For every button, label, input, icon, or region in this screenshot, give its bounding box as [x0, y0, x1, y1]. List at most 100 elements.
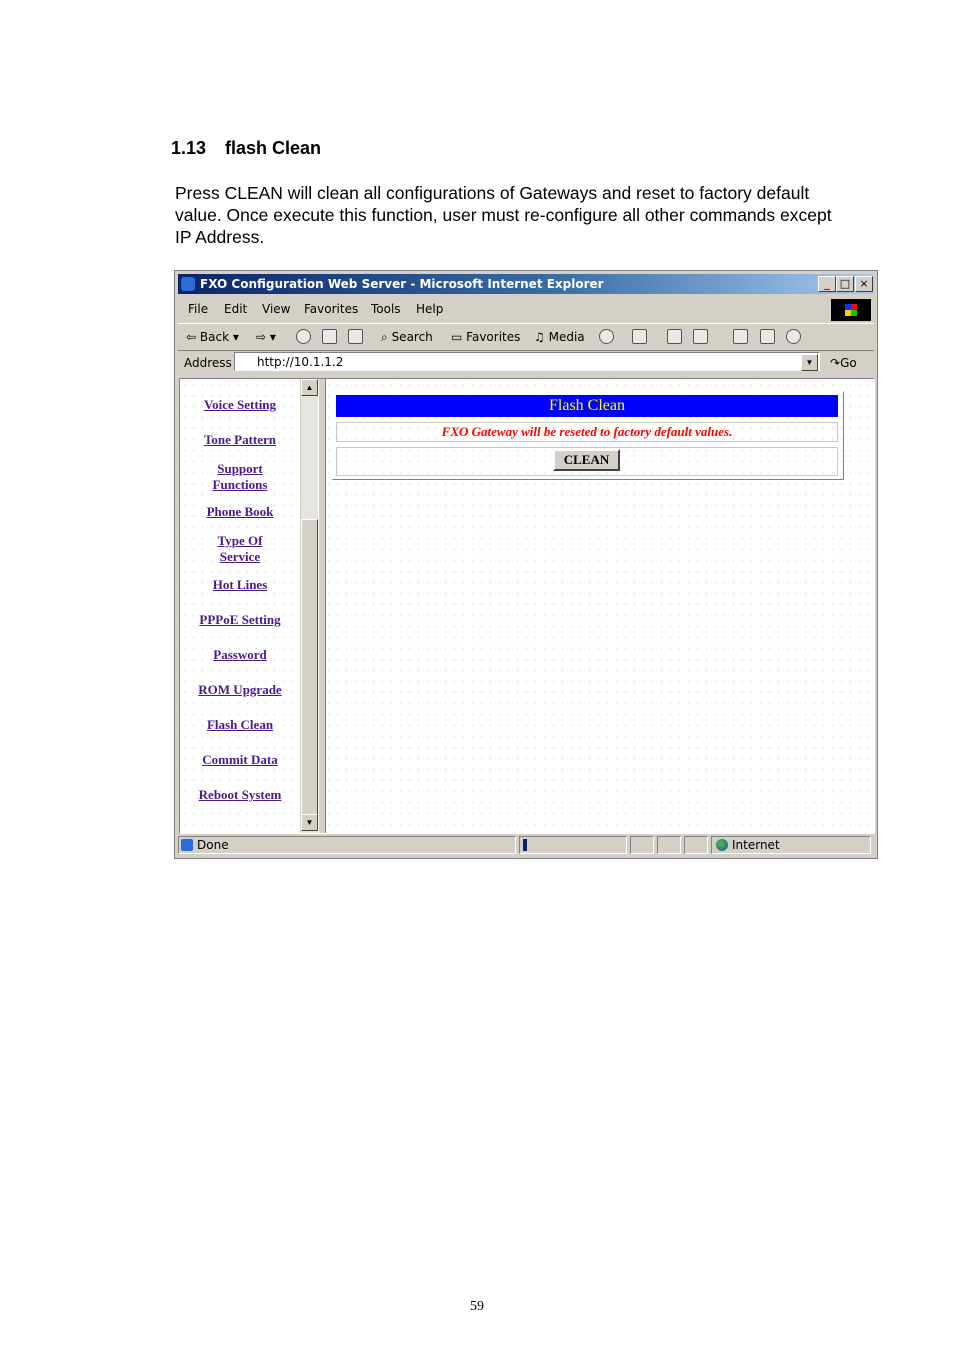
title-bar[interactable]: FXO Configuration Web Server - Microsoft…: [178, 274, 874, 294]
globe-icon: [716, 839, 728, 851]
scroll-down-icon[interactable]: ▼: [301, 814, 318, 831]
section-heading: 1.13 flash Clean: [171, 138, 321, 159]
zone-cell: Internet: [711, 836, 871, 854]
nav-link-reboot-system[interactable]: Reboot System: [180, 787, 300, 803]
progress-indicator: [523, 839, 527, 851]
nav-link-label: Service: [219, 549, 261, 564]
nav-link-label: Commit Data: [202, 752, 278, 767]
address-input[interactable]: http://10.1.1.2: [234, 352, 820, 371]
favorites-label: Favorites: [466, 330, 521, 344]
scroll-up-icon[interactable]: ▲: [301, 379, 318, 396]
page-number: 59: [470, 1299, 484, 1314]
research-icon[interactable]: [760, 329, 775, 344]
nav-link-label: Support: [217, 461, 263, 476]
nav-link-flash-clean[interactable]: Flash Clean: [180, 717, 300, 733]
maximize-button[interactable]: □: [836, 276, 854, 292]
status-text-cell: Done: [178, 836, 516, 854]
scroll-thumb[interactable]: [301, 519, 318, 817]
go-arrow-icon: ↷: [830, 356, 841, 370]
status-cell-empty-2: [657, 836, 681, 854]
nav-link-rom-upgrade[interactable]: ROM Upgrade: [180, 682, 300, 698]
page-content: Voice Setting Tone Pattern Support Function…: [179, 378, 875, 834]
menu-tools[interactable]: Tools: [371, 302, 401, 316]
nav-link-tone-pattern[interactable]: Tone Pattern: [180, 432, 300, 448]
nav-link-label: Hot Lines: [212, 577, 268, 592]
close-button[interactable]: ×: [855, 276, 873, 292]
favorites-folder-icon: ▭: [451, 330, 463, 344]
nav-link-label: Phone Book: [206, 504, 274, 519]
back-button[interactable]: ⇦ Back ▾: [186, 330, 239, 344]
description-paragraph: Press CLEAN will clean all configuration…: [175, 183, 832, 247]
menu-file[interactable]: File: [188, 302, 208, 316]
favorites-button[interactable]: ▭ Favorites: [451, 330, 520, 344]
window-title: FXO Configuration Web Server - Microsoft…: [200, 277, 604, 291]
navigation-frame: Voice Setting Tone Pattern Support Function…: [180, 379, 300, 833]
frame-splitter[interactable]: [318, 379, 326, 833]
button-row: CLEAN: [336, 447, 838, 476]
nav-link-label: Flash Clean: [206, 717, 274, 732]
warning-message: FXO Gateway will be reseted to factory d…: [336, 422, 838, 442]
menu-edit[interactable]: Edit: [224, 302, 247, 316]
section-number: 1.13: [171, 138, 207, 158]
nav-link-support-functions[interactable]: Support Functions: [180, 461, 300, 493]
messenger-icon[interactable]: [786, 329, 801, 344]
address-label: Address: [184, 356, 232, 370]
forward-button[interactable]: ⇨ ▾: [256, 330, 276, 344]
progress-cell: [519, 836, 627, 854]
menu-favorites[interactable]: Favorites: [304, 302, 358, 316]
back-arrow-icon: ⇦: [186, 330, 197, 344]
forward-arrow-icon: ⇨ ▾: [256, 330, 276, 344]
flash-clean-panel: Flash Clean FXO Gateway will be reseted …: [332, 391, 844, 480]
nav-link-label: Password: [213, 647, 267, 662]
nav-scrollbar[interactable]: ▲ ▼: [300, 379, 318, 833]
status-cell-empty-3: [684, 836, 708, 854]
search-label: Search: [391, 330, 433, 344]
clean-button[interactable]: CLEAN: [553, 449, 620, 471]
nav-link-phone-book[interactable]: Phone Book: [180, 504, 300, 520]
nav-link-label: ROM Upgrade: [198, 682, 282, 697]
nav-link-type-of-service[interactable]: Type Of Service: [180, 533, 300, 565]
address-bar: Address http://10.1.1.2 ▼ ↷Go: [178, 350, 874, 376]
panel-title: Flash Clean: [336, 395, 838, 417]
nav-link-pppoe-setting[interactable]: PPPoE Setting: [180, 612, 300, 628]
discuss-icon[interactable]: [733, 329, 748, 344]
media-button[interactable]: ♫ Media: [534, 330, 585, 344]
menu-view[interactable]: View: [262, 302, 290, 316]
nav-link-label: PPPoE Setting: [199, 612, 281, 627]
search-icon: ⌕: [381, 330, 388, 344]
print-icon[interactable]: [667, 329, 682, 344]
page-done-icon: [181, 839, 193, 851]
minimize-button[interactable]: _: [818, 276, 836, 292]
nav-link-label: Reboot System: [198, 787, 282, 802]
home-icon[interactable]: [348, 329, 363, 344]
status-bar: Done Internet: [178, 834, 874, 856]
edit-icon[interactable]: [693, 329, 708, 344]
mail-icon[interactable]: [632, 329, 647, 344]
nav-link-label: Functions: [212, 477, 268, 492]
history-icon[interactable]: [599, 329, 614, 344]
section-title: flash Clean: [225, 138, 322, 158]
nav-link-commit-data[interactable]: Commit Data: [180, 752, 300, 768]
menu-help[interactable]: Help: [416, 302, 443, 316]
nav-link-password[interactable]: Password: [180, 647, 300, 663]
nav-link-hot-lines[interactable]: Hot Lines: [180, 577, 300, 593]
status-cell-empty-1: [630, 836, 654, 854]
back-label: Back: [199, 330, 230, 344]
address-dropdown-icon[interactable]: ▼: [801, 354, 818, 371]
search-button[interactable]: ⌕ Search: [381, 330, 433, 345]
nav-link-label: Type Of: [217, 533, 263, 548]
nav-link-label: Voice Setting: [203, 397, 277, 412]
status-text: Done: [197, 838, 229, 852]
standard-toolbar: ⇦ Back ▾ ⇨ ▾ ⌕ Search ▭ Favorites ♫ Medi…: [178, 323, 874, 351]
stop-icon[interactable]: [296, 329, 311, 344]
media-label: Media: [548, 330, 585, 344]
media-icon: ♫: [534, 330, 545, 344]
nav-link-label: Tone Pattern: [203, 432, 277, 447]
nav-link-voice-setting[interactable]: Voice Setting: [180, 397, 300, 413]
ie-icon: [181, 277, 195, 291]
go-button[interactable]: ↷Go: [830, 356, 857, 370]
browser-window: FXO Configuration Web Server - Microsoft…: [174, 270, 878, 859]
zone-text: Internet: [732, 838, 780, 852]
refresh-icon[interactable]: [322, 329, 337, 344]
windows-logo-icon: [831, 299, 871, 321]
